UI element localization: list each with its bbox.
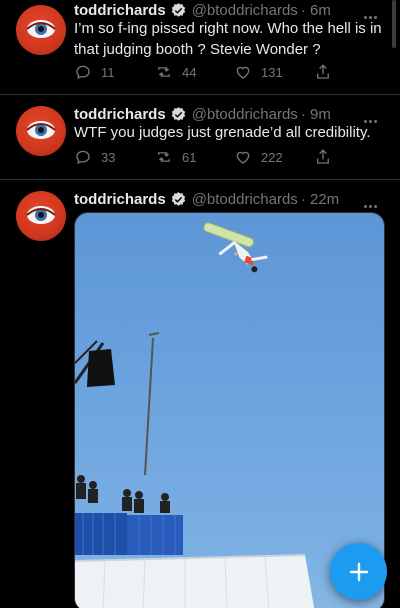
avatar[interactable]	[16, 191, 66, 241]
tweet-divider	[0, 179, 400, 180]
display-name[interactable]: toddrichards	[74, 191, 166, 208]
verified-badge-icon	[171, 2, 185, 17]
compose-button[interactable]	[330, 543, 387, 600]
user-handle[interactable]: @btoddrichards	[192, 191, 298, 208]
tweet-divider	[0, 94, 400, 95]
eye-avatar-icon	[26, 20, 56, 38]
eye-avatar-icon	[26, 121, 56, 139]
avatar[interactable]	[16, 106, 66, 156]
timestamp[interactable]: · 22m	[301, 191, 339, 208]
share-icon	[317, 149, 329, 164]
user-handle[interactable]: @btoddrichards	[192, 106, 298, 123]
verified-badge-icon	[171, 191, 185, 206]
share-button[interactable]	[314, 148, 332, 166]
reply-count: 11	[101, 64, 115, 80]
more-options-icon[interactable]	[364, 6, 384, 19]
tweet-text: I’m so f-ing pissed right now. Who the h…	[74, 20, 382, 58]
timestamp[interactable]: · 6m	[301, 2, 331, 19]
retweet-button[interactable]: 44	[155, 63, 196, 81]
heart-icon	[236, 151, 250, 164]
retweet-button[interactable]: 61	[155, 148, 196, 166]
scrollbar[interactable]	[392, 0, 396, 48]
compose-plus-icon	[349, 562, 368, 581]
tweet-media-photo[interactable]	[74, 212, 385, 608]
snowboard-halfpipe-photo	[75, 222, 315, 608]
retweet-icon	[158, 67, 170, 77]
like-button[interactable]: 131	[234, 63, 283, 81]
like-count: 222	[261, 149, 283, 165]
timestamp[interactable]: · 9m	[301, 106, 331, 123]
reply-icon	[76, 65, 90, 80]
retweet-icon	[158, 152, 170, 162]
tweet-text: WTF you judges just grenade’d all credib…	[74, 124, 371, 141]
share-button[interactable]	[314, 63, 332, 81]
reply-count: 33	[101, 149, 116, 165]
like-button[interactable]: 222	[234, 148, 283, 166]
tweet-actions: 11 44 131	[74, 63, 344, 83]
user-handle[interactable]: @btoddrichards	[192, 2, 298, 19]
timeline-feed: toddrichards @btoddrichards · 6m I’m so …	[0, 0, 400, 608]
avatar[interactable]	[16, 5, 66, 55]
heart-icon	[236, 66, 250, 79]
reply-button[interactable]: 33	[74, 148, 115, 166]
tweet-actions: 33 61 222	[74, 148, 344, 168]
retweet-count: 61	[182, 149, 197, 165]
eye-avatar-icon	[26, 206, 56, 224]
share-icon	[317, 64, 329, 79]
display-name[interactable]: toddrichards	[74, 2, 166, 19]
reply-icon	[76, 150, 90, 165]
retweet-count: 44	[182, 64, 197, 80]
more-options-icon[interactable]	[364, 195, 384, 208]
reply-button[interactable]: 11	[74, 63, 115, 81]
more-options-icon[interactable]	[364, 110, 384, 123]
like-count: 131	[261, 64, 283, 80]
display-name[interactable]: toddrichards	[74, 106, 166, 123]
verified-badge-icon	[171, 106, 185, 121]
